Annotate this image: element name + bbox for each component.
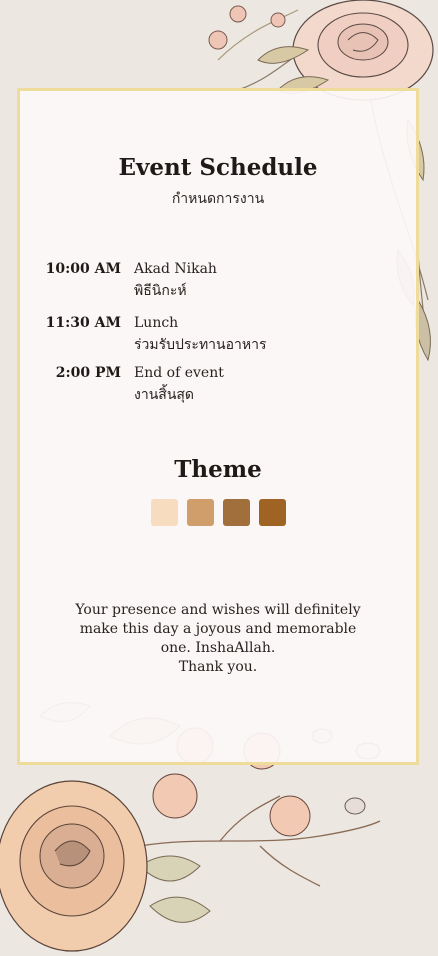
- schedule-time: 11:30 AM: [45, 315, 121, 331]
- schedule-event-thai: งานสิ้นสุด: [134, 387, 195, 403]
- schedule-event: End of event: [134, 365, 224, 381]
- schedule-time: 10:00 AM: [45, 261, 121, 277]
- theme-swatch: [259, 499, 286, 526]
- theme-swatch: [187, 499, 214, 526]
- schedule-card: Event Schedule กำหนดการงาน 10:00 AM Akad…: [17, 88, 419, 765]
- closing-message: Your presence and wishes will definitely…: [50, 601, 386, 677]
- schedule-time: 2:00 PM: [55, 365, 121, 381]
- schedule-event: Akad Nikah: [134, 261, 217, 277]
- theme-swatches: [151, 499, 291, 527]
- closing-line: make this day a joyous and memorable: [79, 621, 357, 637]
- card-title: Event Schedule: [118, 154, 318, 181]
- closing-line: Thank you.: [178, 659, 258, 675]
- card-subtitle: กำหนดการงาน: [171, 191, 265, 207]
- schedule-row: 10:00 AM Akad Nikah พิธีนิกะห์: [20, 261, 416, 305]
- schedule-event-thai: พิธีนิกะห์: [134, 283, 187, 299]
- theme-title: Theme: [174, 456, 262, 483]
- schedule-event-thai: ร่วมรับประทานอาหาร: [134, 337, 267, 353]
- schedule-event: Lunch: [134, 315, 179, 331]
- closing-line: one. InshaAllah.: [160, 640, 276, 656]
- schedule-row: 2:00 PM End of event งานสิ้นสุด: [20, 365, 416, 409]
- schedule-row: 11:30 AM Lunch ร่วมรับประทานอาหาร: [20, 315, 416, 359]
- theme-swatch: [151, 499, 178, 526]
- theme-swatch: [223, 499, 250, 526]
- closing-line: Your presence and wishes will definitely: [75, 602, 361, 618]
